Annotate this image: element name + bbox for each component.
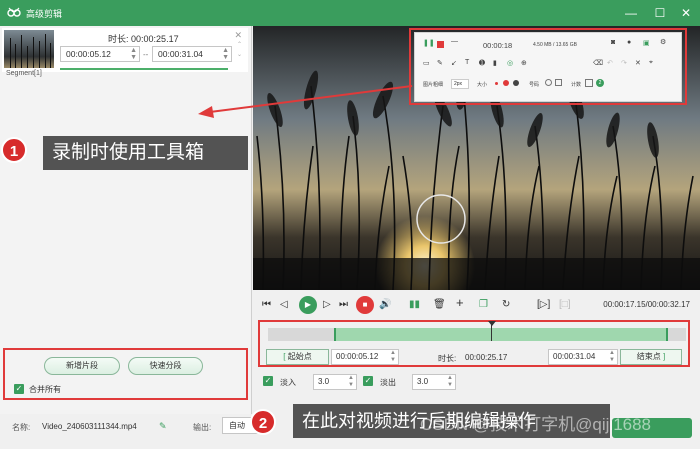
trim-end-input[interactable]: 00:00:31.04 ▲ ▼	[548, 349, 618, 365]
reset-icon[interactable]: ↻	[502, 297, 510, 313]
edit-name-icon[interactable]: ✎	[159, 421, 167, 432]
playhead-marker-icon	[487, 321, 496, 326]
maximize-button[interactable]: ☐	[651, 4, 669, 22]
pause-icon[interactable]: ❚❚	[423, 39, 435, 47]
watermark-text: CSDN @技术打字机@qiji1688	[420, 415, 652, 434]
segment-thumbnail	[4, 30, 54, 68]
skip-to-end-icon[interactable]: ⏭	[339, 297, 348, 313]
set-start-button[interactable]: [ 起始点	[266, 349, 329, 365]
annotation-arrow-1	[198, 85, 413, 118]
output-label: 输出:	[193, 423, 212, 432]
camera-icon[interactable]: ◙	[611, 39, 615, 46]
toolbar-row-2: ▭ ✎ ↙ T ➊ ▮ ◎ ⊕ ⌫ ↶ ↷ ✕ ⌖	[415, 56, 681, 74]
toolbox-icon[interactable]: ▣	[643, 39, 650, 47]
delete-icon[interactable]: 🗑	[433, 297, 446, 313]
counter-label: 计数	[571, 82, 582, 88]
settings-gear-icon[interactable]: ⚙	[660, 38, 666, 46]
color-dot[interactable]	[513, 80, 519, 86]
zoom-tool-icon[interactable]: ⊕	[521, 59, 527, 67]
player-timecode: 00:00:17.15/00:00:32.17	[603, 300, 690, 309]
rectangle-tool-icon[interactable]: ▭	[423, 59, 430, 67]
title-bar: 高级剪辑 — ☐ ✕	[0, 0, 700, 26]
number-tool-icon[interactable]: ➊	[479, 59, 485, 67]
timeline-selection[interactable]	[334, 328, 669, 341]
record-time: 00:00:18	[483, 41, 513, 50]
segment-label: Segment[1]	[6, 70, 42, 77]
timeline-track[interactable]	[268, 321, 686, 341]
minimize-button[interactable]: —	[622, 4, 640, 22]
recording-toolbar: ❚❚ — 00:00:18 4.50 MB / 13.65 GB ◙ ● ▣ ⚙…	[414, 32, 682, 102]
segment-progress	[60, 68, 228, 70]
skip-to-start-icon[interactable]: ⏮	[262, 297, 271, 313]
segment-delete-icon[interactable]: ✕	[234, 30, 242, 41]
merge-all-checkbox[interactable]: ✓	[14, 384, 24, 394]
trim-duration: 00:00:25.17	[465, 353, 508, 362]
segment-move-up-icon[interactable]: ⌃	[237, 42, 242, 48]
pen-size-label: 图片粗细	[423, 82, 444, 88]
segment-duration: 时长: 00:00:25.17	[108, 34, 179, 44]
quick-split-button[interactable]: 快速分段	[128, 357, 203, 375]
collapse-icon[interactable]: —	[451, 38, 458, 45]
segment-card[interactable]: 时长: 00:00:25.17 00:00:05.12 ▲ ▼ -- 00:00:3…	[2, 28, 248, 72]
size-label: 大小	[477, 82, 488, 88]
undo-icon[interactable]: ↶	[607, 59, 613, 67]
pen-size-select[interactable]: 2px	[451, 79, 469, 89]
spotlight-tool-icon[interactable]: ◎	[507, 59, 513, 67]
segment-end-input[interactable]: 00:00:31.04 ▲ ▼	[152, 46, 232, 62]
trim-start-input[interactable]: 00:00:05.12 ▲ ▼	[331, 349, 399, 365]
annotation-badge-1: 1	[1, 137, 27, 163]
fade-out-checkbox[interactable]: ✓	[363, 376, 373, 386]
text-tool-icon[interactable]: T	[465, 59, 469, 66]
number-label: 号码	[529, 82, 540, 88]
volume-icon[interactable]: 🔊	[379, 297, 391, 313]
annotation-label-1: 录制时使用工具箱	[43, 136, 248, 170]
app-logo-icon	[7, 7, 21, 17]
trim-duration-label: 时长:	[438, 354, 457, 363]
shape-circle-option[interactable]	[545, 79, 552, 86]
redo-icon[interactable]: ↷	[621, 59, 627, 67]
pen-tool-icon[interactable]: ✎	[437, 59, 443, 67]
stop-button[interactable]: ■	[356, 296, 374, 314]
window-title: 高级剪辑	[26, 9, 63, 19]
time-separator: --	[143, 50, 149, 59]
counter-badge: 2	[596, 79, 604, 87]
fade-in-label: 淡入	[280, 378, 296, 387]
segment-move-down-icon[interactable]: ⌄	[237, 52, 242, 58]
record-stats: 4.50 MB / 13.65 GB	[533, 42, 577, 48]
step-back-icon[interactable]: ◁	[280, 297, 288, 313]
set-mark-in-icon[interactable]: [▷]	[537, 297, 550, 313]
play-button[interactable]: ▶	[299, 296, 317, 314]
fade-in-input[interactable]: 3.0 ▲ ▼	[313, 374, 357, 390]
step-forward-icon[interactable]: ▷	[323, 297, 331, 313]
size-large-dot[interactable]	[503, 80, 509, 86]
file-name-label: 名称:	[12, 423, 31, 432]
arrow-tool-icon[interactable]: ↙	[451, 59, 457, 67]
pin-icon[interactable]: ⌖	[649, 59, 653, 67]
new-segment-button[interactable]: 新增片段	[44, 357, 120, 375]
size-small-dot[interactable]	[495, 82, 498, 85]
toolbar-row-1: ❚❚ — 00:00:18 4.50 MB / 13.65 GB ◙ ● ▣ ⚙	[415, 36, 681, 54]
set-mark-out-icon[interactable]: [□]	[559, 297, 571, 313]
fade-in-checkbox[interactable]: ✓	[263, 376, 273, 386]
split-icon[interactable]: ▮▮	[409, 297, 420, 313]
merge-all-label: 合并所有	[29, 385, 61, 394]
annotation-badge-2: 2	[250, 409, 276, 435]
fade-out-input[interactable]: 3.0 ▲ ▼	[412, 374, 456, 390]
copy-icon[interactable]: ❐	[479, 297, 488, 313]
counter-checkbox[interactable]	[585, 79, 593, 87]
webcam-icon[interactable]: ●	[627, 39, 631, 46]
eraser-icon[interactable]: ⌫	[593, 59, 603, 67]
fade-out-label: 淡出	[380, 378, 396, 387]
toolbar-row-3: 图片粗细 2px 大小 号码 计数 2	[415, 76, 681, 94]
shape-square-option[interactable]	[555, 79, 562, 86]
stop-record-icon[interactable]	[437, 41, 444, 48]
player-controls: ⏮ ◁ ▶ ▷ ⏭ ■ 🔊 ▮▮ 🗑 + ❐ ↻ [▷] [□] 00:00:1…	[253, 290, 700, 320]
clear-icon[interactable]: ✕	[635, 59, 641, 67]
add-icon[interactable]: +	[456, 295, 464, 311]
file-name: Video_240603111344.mp4	[42, 422, 137, 431]
set-end-button[interactable]: 结束点 ]	[620, 349, 682, 365]
segment-start-input[interactable]: 00:00:05.12 ▲ ▼	[60, 46, 140, 62]
marker-tool-icon[interactable]: ▮	[493, 59, 497, 67]
close-button[interactable]: ✕	[677, 4, 695, 22]
